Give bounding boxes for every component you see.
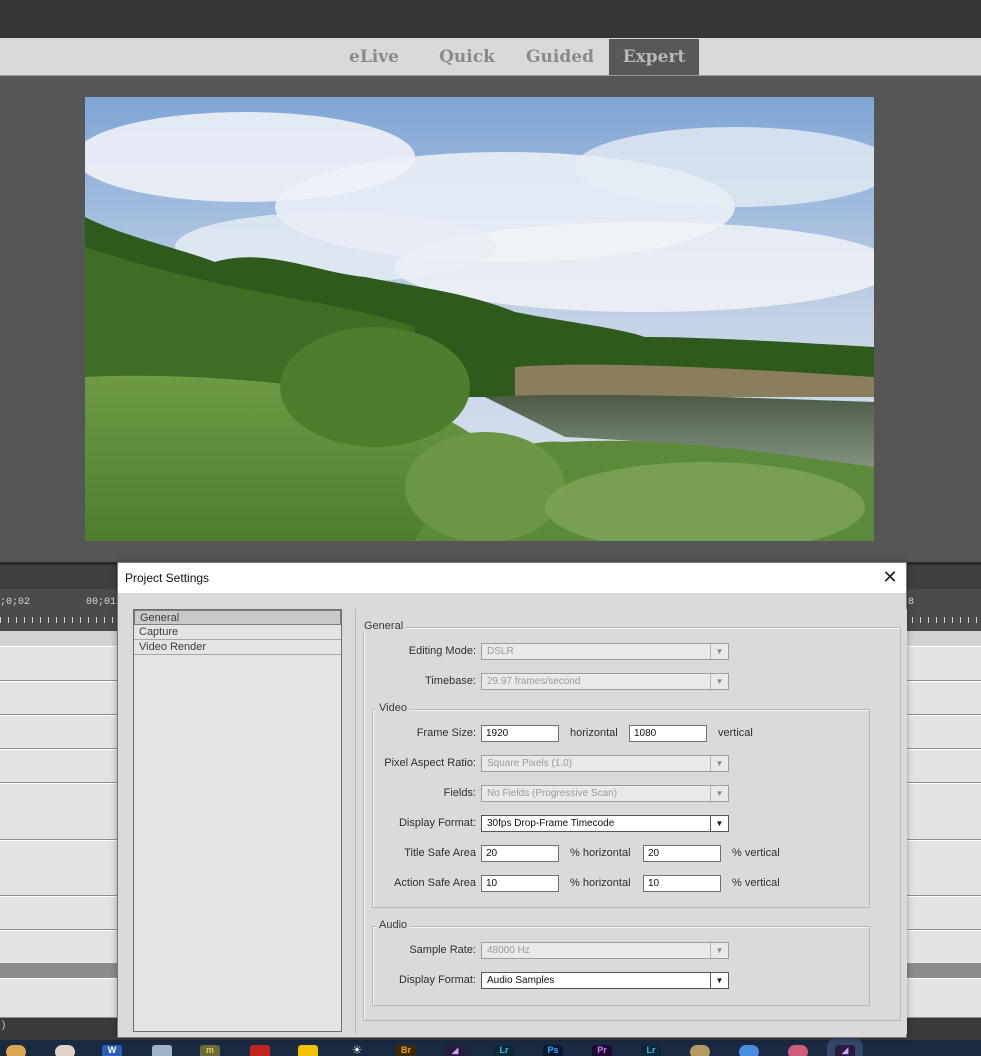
chevron-down-icon: ▼ (710, 644, 728, 659)
settings-panel: General Editing Mode: DSLR ▼ Timebase: 2… (355, 609, 907, 1034)
tab-elive[interactable]: eLive (338, 39, 410, 75)
editing-mode-select[interactable]: DSLR ▼ (481, 643, 729, 660)
paint-palette-icon[interactable] (690, 1045, 710, 1056)
action-safe-v-unit: % vertical (732, 877, 780, 889)
status-text: ) (2, 1020, 6, 1031)
action-safe-h-input[interactable]: 10 (481, 875, 559, 892)
project-settings-dialog: Project Settings ✕ General Capture Video… (117, 562, 907, 1038)
action-safe-h-unit: % horizontal (570, 877, 631, 889)
chevron-down-icon: ▼ (710, 674, 728, 689)
audio-group (372, 926, 870, 1006)
pixel-aspect-select[interactable]: Square Pixels (1.0) ▼ (481, 755, 729, 772)
editing-mode-value: DSLR (487, 646, 514, 657)
fields-label: Fields: (443, 787, 476, 799)
video-display-format-select[interactable]: 30fps Drop-Frame Timecode ▼ (481, 815, 729, 832)
sample-rate-label: Sample Rate: (409, 944, 476, 956)
title-safe-label: Title Safe Area (404, 847, 476, 859)
close-icon[interactable]: ✕ (878, 566, 902, 590)
chevron-down-icon: ▼ (710, 756, 728, 771)
settings-category-list: General Capture Video Render (133, 609, 342, 1032)
title-safe-h-unit: % horizontal (570, 847, 631, 859)
audio-group-label: Audio (376, 919, 411, 931)
premiere-elements-active-icon[interactable]: ◢ (827, 1037, 863, 1056)
lightroom-icon[interactable]: Lr (494, 1045, 514, 1056)
sample-rate-select[interactable]: 48000 Hz ▼ (481, 942, 729, 959)
chevron-down-icon: ▼ (710, 973, 728, 988)
title-safe-v-input[interactable]: 20 (643, 845, 721, 862)
pixel-aspect-label: Pixel Aspect Ratio: (384, 757, 476, 769)
nav-item-capture[interactable]: Capture (134, 625, 341, 640)
chevron-down-icon: ▼ (710, 786, 728, 801)
general-group-label: General (361, 620, 407, 632)
dialog-title: Project Settings (125, 571, 210, 585)
taskbar: W m ☀ Br ◢ Lr Ps Pr Lr ◢ (0, 1037, 981, 1056)
ruler-label-left: ;0;02 (0, 597, 31, 608)
pixel-aspect-value: Square Pixels (1.0) (487, 758, 573, 769)
video-preview[interactable] (85, 97, 874, 541)
chevron-down-icon: ▼ (710, 816, 728, 831)
tab-guided[interactable]: Guided (522, 39, 598, 75)
lightroom-classic-icon[interactable]: Lr (641, 1045, 661, 1056)
paint-icon[interactable] (55, 1045, 75, 1056)
sun-icon[interactable]: ☀ (347, 1044, 367, 1056)
timebase-select[interactable]: 29.97 frames/second ▼ (481, 673, 729, 690)
photoshop-icon[interactable]: Ps (543, 1045, 563, 1056)
premiere-icon[interactable]: Pr (592, 1045, 612, 1056)
audio-display-format-value: Audio Samples (487, 975, 555, 986)
mode-bar: eLive Quick Guided Expert (0, 38, 981, 76)
premiere-elements-icon[interactable]: ◢ (445, 1045, 465, 1056)
editing-mode-label: Editing Mode: (408, 645, 476, 657)
fields-value: No Fields (Progressive Scan) (487, 788, 618, 799)
fields-select[interactable]: No Fields (Progressive Scan) ▼ (481, 785, 729, 802)
video-display-format-label: Display Format: (398, 817, 476, 829)
title-safe-v-unit: % vertical (732, 847, 780, 859)
mc-icon[interactable]: m (200, 1045, 220, 1056)
action-safe-v-input[interactable]: 10 (643, 875, 721, 892)
sample-rate-value: 48000 Hz (487, 945, 530, 956)
video-group-label: Video (376, 702, 410, 714)
action-safe-label: Action Safe Area (394, 877, 476, 889)
dialog-title-bar[interactable]: Project Settings ✕ (118, 563, 906, 593)
tab-expert[interactable]: Expert (609, 39, 699, 75)
tab-quick[interactable]: Quick (432, 39, 502, 75)
audio-display-format-label: Display Format: (398, 974, 476, 986)
folder-icon[interactable] (152, 1045, 172, 1056)
timebase-value: 29.97 frames/second (487, 676, 581, 687)
browser-icon[interactable] (788, 1045, 808, 1056)
nav-item-general[interactable]: General (134, 610, 341, 625)
frame-width-input[interactable]: 1920 (481, 725, 559, 742)
title-safe-h-input[interactable]: 20 (481, 845, 559, 862)
frame-width-unit: horizontal (570, 727, 618, 739)
frame-height-unit: vertical (718, 727, 753, 739)
frame-size-label: Frame Size: (416, 727, 476, 739)
audio-display-format-select[interactable]: Audio Samples ▼ (481, 972, 729, 989)
ruler-label-right: 8 (908, 597, 915, 608)
app-title-bar (0, 0, 981, 38)
landscape-preview-image (85, 97, 874, 541)
nav-item-video-render[interactable]: Video Render (134, 640, 341, 655)
norton-icon[interactable] (298, 1045, 318, 1056)
adobe-red-icon[interactable] (250, 1045, 270, 1056)
timebase-label: Timebase: (425, 675, 476, 687)
globe-icon[interactable] (739, 1045, 759, 1056)
video-display-format-value: 30fps Drop-Frame Timecode (487, 818, 615, 829)
chrome-icon[interactable] (6, 1045, 26, 1056)
dialog-body: General Capture Video Render General Edi… (118, 593, 907, 1037)
frame-height-input[interactable]: 1080 (629, 725, 707, 742)
word-icon[interactable]: W (102, 1045, 122, 1056)
chevron-down-icon: ▼ (710, 943, 728, 958)
bridge-icon[interactable]: Br (396, 1045, 416, 1056)
